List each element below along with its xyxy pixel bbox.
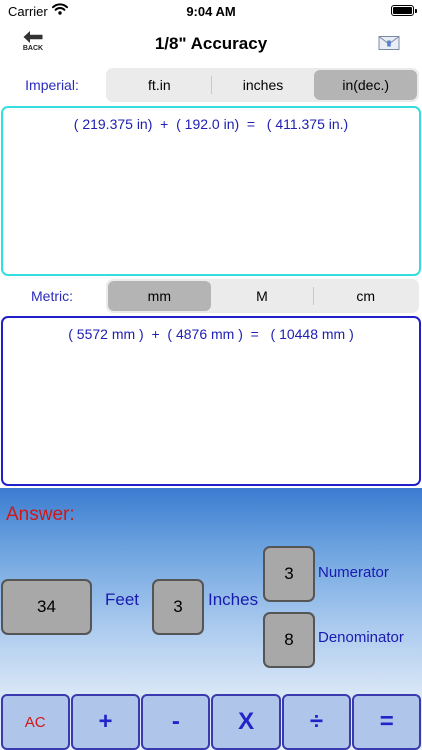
nav-bar: BACK 1/8" Accuracy	[0, 22, 422, 66]
operator-keypad: AC + - X ÷ =	[0, 694, 422, 750]
feet-value-box[interactable]: 34	[1, 579, 92, 635]
segment-ft-in[interactable]: ft.in	[108, 70, 211, 100]
status-bar: Carrier 9:04 AM	[0, 0, 422, 22]
numerator-value-box[interactable]: 3	[263, 546, 315, 602]
metric-row: Metric: mm M cm	[0, 277, 422, 315]
minus-button[interactable]: -	[141, 694, 211, 750]
denominator-value-box[interactable]: 8	[263, 612, 315, 668]
feet-label: Feet	[105, 590, 140, 609]
imperial-unit-selector: ft.in inches in(dec.)	[106, 68, 419, 102]
page-title: 1/8" Accuracy	[154, 34, 268, 53]
metric-label: Metric:	[31, 288, 73, 304]
metric-expression: ( 5572 mm ) + ( 4876 mm ) = ( 10448 mm )	[68, 326, 354, 342]
app-screen: Carrier 9:04 AM BACK 1/8" Accuracy Imper…	[0, 0, 422, 750]
multiply-button[interactable]: X	[211, 694, 281, 750]
imperial-expression: ( 219.375 in) + ( 192.0 in) = ( 411.375 …	[73, 116, 349, 132]
status-time: 9:04 AM	[186, 4, 236, 19]
imperial-row: Imperial: ft.in inches in(dec.)	[0, 66, 422, 104]
imperial-label: Imperial:	[25, 77, 79, 93]
battery-icon	[391, 5, 417, 16]
metric-unit-selector: mm M cm	[106, 279, 419, 313]
imperial-result-box: ( 219.375 in) + ( 192.0 in) = ( 411.375 …	[1, 106, 421, 276]
mail-button[interactable]	[378, 35, 400, 53]
segment-mm[interactable]: mm	[108, 281, 211, 311]
divide-button[interactable]: ÷	[281, 694, 352, 750]
clear-button[interactable]: AC	[0, 694, 70, 750]
equals-button[interactable]: =	[352, 694, 422, 750]
metric-result-box: ( 5572 mm ) + ( 4876 mm ) = ( 10448 mm )	[1, 316, 421, 486]
inches-label: Inches	[208, 590, 259, 609]
segment-inches[interactable]: inches	[212, 70, 315, 100]
segment-m[interactable]: M	[211, 281, 314, 311]
segment-cm[interactable]: cm	[314, 281, 417, 311]
inches-value-box[interactable]: 3	[152, 579, 204, 635]
numerator-label: Numerator	[318, 564, 389, 581]
plus-button[interactable]: +	[70, 694, 141, 750]
segment-in-dec[interactable]: in(dec.)	[314, 70, 418, 100]
mail-icon	[378, 36, 400, 55]
denominator-label: Denominator	[318, 629, 404, 646]
answer-label: Answer:	[6, 504, 75, 525]
